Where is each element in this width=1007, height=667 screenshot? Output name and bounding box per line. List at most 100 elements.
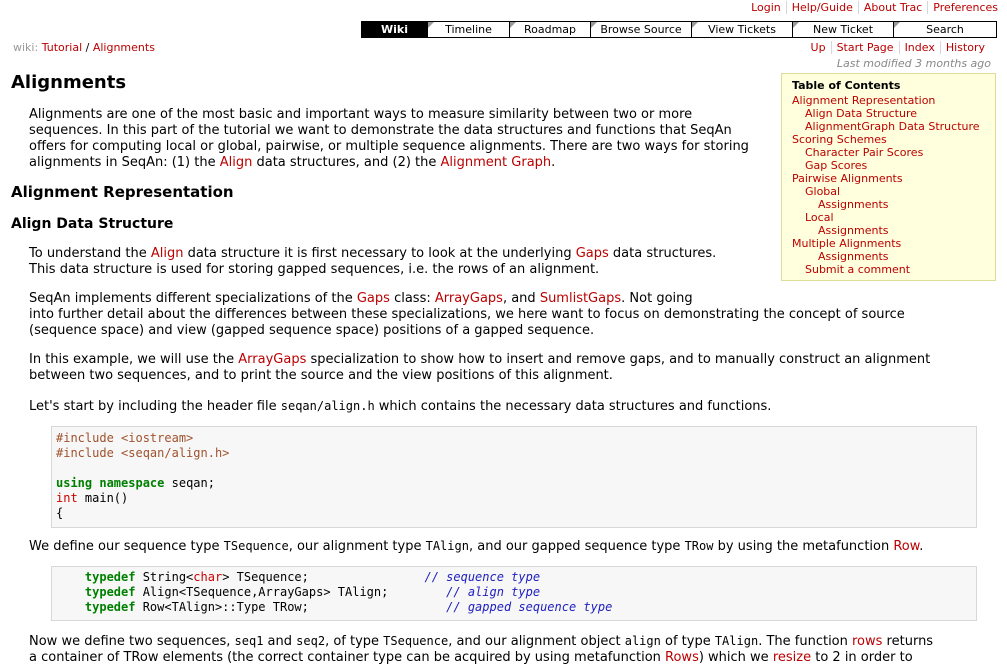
arraygaps-link[interactable]: ArrayGaps [238,352,306,367]
text: , and [502,291,540,306]
toc-item[interactable]: Align Data Structure [782,107,995,120]
resize-link[interactable]: resize [773,650,811,665]
start-page-link[interactable]: Start Page [837,41,894,54]
paragraph: To understand the Align data structure i… [29,246,789,278]
text: , and our alignment object [448,634,625,649]
code-inline: TAlign [714,634,759,648]
tab-corner-icon [428,22,434,28]
tab-corner-icon [692,22,698,28]
text: Let's start by including the header file [29,399,281,414]
arraygaps-link[interactable]: ArrayGaps [435,291,503,306]
code-inline: seq2 [296,634,326,648]
last-modified: Last modified 3 months ago [836,57,991,70]
toc-item[interactable]: AlignmentGraph Data Structure [782,120,995,133]
toc-item[interactable]: Multiple Alignments [782,237,995,250]
context-nav: Up Start Page Index History [806,41,990,54]
code-comment: // align type [446,585,541,599]
text: SeqAn implements different specializatio… [29,291,357,306]
text: returns [882,634,934,649]
code-block: #include <iostream> #include <seqan/alig… [51,426,977,528]
rows-metafunction-link[interactable]: Rows [665,650,699,665]
code-keyword: typedef [84,600,136,614]
text: by using the metafunction [713,539,894,554]
text: and [263,634,297,649]
alignment-graph-link[interactable]: Alignment Graph [441,155,552,170]
gaps-link[interactable]: Gaps [357,291,390,306]
help-guide-link[interactable]: Help/Guide [792,1,853,14]
text: This data structure is used for storing … [29,262,600,277]
page-title: Alignments [11,72,127,93]
text: a container of TRow elements (the correc… [29,650,666,665]
align-link[interactable]: Align [151,246,184,261]
align-link[interactable]: Align [220,155,253,170]
text: data structures, and (2) the [252,155,441,170]
toc-item[interactable]: Scoring Schemes [782,133,995,146]
intro-paragraph: Alignments are one of the most basic and… [29,107,769,171]
tab-corner-icon [894,22,900,28]
text: data structure it is first necessary to … [183,246,576,261]
text: In this example, we will use the [29,352,239,367]
paragraph: SeqAn implements different specializatio… [29,291,969,339]
tab-new-ticket-label: New Ticket [812,23,874,36]
toc-item[interactable]: Local [782,211,995,224]
tab-corner-icon [591,22,597,28]
text: . The function [758,634,852,649]
toc-item[interactable]: Alignment Representation [782,94,995,107]
section-heading: Alignment Representation [11,183,234,201]
text: class: [389,291,435,306]
toc-item[interactable]: Character Pair Scores [782,146,995,159]
text: . [551,155,556,170]
tab-timeline-label: Timeline [445,23,492,36]
index-link[interactable]: Index [905,41,935,54]
history-link[interactable]: History [946,41,985,54]
up-link[interactable]: Up [811,41,826,54]
code-line: #include <iostream> [56,431,194,445]
sumlistgaps-link[interactable]: SumlistGaps [540,291,621,306]
code-type: int [56,491,78,505]
code-keyword: using [56,476,93,490]
code-text: main() [77,491,129,505]
tab-view-tickets-label: View Tickets [708,23,776,36]
text: , of type [325,634,384,649]
tab-corner-icon [793,22,799,28]
text: into further detail about the difference… [29,307,905,338]
rows-link[interactable]: rows [852,634,882,649]
tab-view-tickets[interactable]: View Tickets [691,22,792,37]
toc-item[interactable]: Assignments [782,198,995,211]
tab-roadmap[interactable]: Roadmap [509,22,590,37]
code-inline: align [624,634,661,648]
text: Now we define two sequences, [29,634,235,649]
preferences-link[interactable]: Preferences [933,1,998,14]
tab-browse-source-label: Browse Source [600,23,682,36]
tab-timeline[interactable]: Timeline [427,22,509,37]
table-of-contents: Table of Contents Alignment Representati… [781,73,996,281]
text: . [919,539,924,554]
text: to 2 in order to [811,650,913,665]
toc-item[interactable]: Gap Scores [782,159,995,172]
breadcrumb-alignments[interactable]: Alignments [93,41,155,54]
paragraph: In this example, we will use the ArrayGa… [29,352,969,384]
tab-roadmap-label: Roadmap [523,23,577,36]
breadcrumb-tutorial[interactable]: Tutorial [42,41,82,54]
tab-search[interactable]: Search [893,22,996,37]
meta-nav: Login Help/Guide About Trac Preferences [746,1,1003,14]
main-nav: Wiki Timeline Roadmap Browse Source View… [361,21,997,38]
tab-new-ticket[interactable]: New Ticket [792,22,893,37]
toc-item[interactable]: Assignments [782,250,995,263]
toc-item[interactable]: Global [782,185,995,198]
tab-browse-source[interactable]: Browse Source [590,22,691,37]
about-trac-link[interactable]: About Trac [864,1,922,14]
paragraph: Let's start by including the header file… [29,398,969,415]
toc-item[interactable]: Assignments [782,224,995,237]
toc-item[interactable]: Pairwise Alignments [782,172,995,185]
text: which contains the necessary data struct… [374,399,772,414]
tab-wiki[interactable]: Wiki [362,22,427,37]
row-link[interactable]: Row [893,539,919,554]
paragraph: We define our sequence type TSequence, o… [29,538,989,555]
tab-corner-icon [510,22,516,28]
code-keyword: typedef [84,570,136,584]
login-link[interactable]: Login [751,1,781,14]
toc-item[interactable]: Submit a comment [782,263,995,276]
gaps-link[interactable]: Gaps [576,246,609,261]
subsection-heading: Align Data Structure [11,216,174,232]
